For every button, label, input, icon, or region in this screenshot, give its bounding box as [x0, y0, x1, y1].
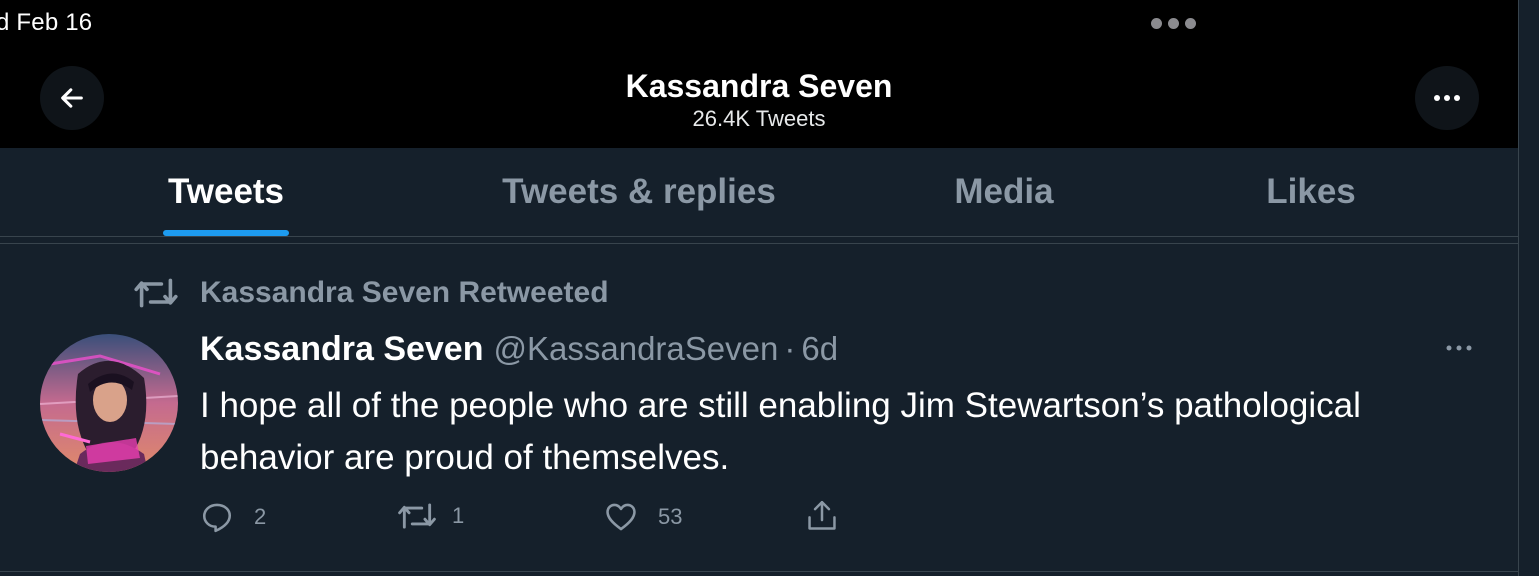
heart-icon — [606, 503, 636, 531]
share-icon — [808, 500, 836, 530]
status-bar: d Feb 16 — [0, 0, 1518, 50]
profile-name-title: Kassandra Seven — [625, 68, 893, 104]
tab-tweets-replies[interactable]: Tweets & replies — [449, 148, 829, 236]
more-horizontal-icon — [1434, 95, 1460, 101]
retweet-count: 1 — [452, 503, 465, 528]
tweet-author-handle[interactable]: @KassandraSeven — [494, 330, 779, 368]
more-options-button[interactable] — [1415, 66, 1479, 130]
reply-icon — [202, 503, 232, 533]
right-edge — [1518, 0, 1539, 576]
reply-count: 2 — [254, 504, 267, 529]
tweet-top-divider — [0, 243, 1518, 244]
retweet-button[interactable]: 1 — [398, 500, 464, 532]
tweet-text: I hope all of the people who are still e… — [200, 386, 1361, 477]
tweet-bottom-divider — [0, 571, 1518, 572]
tab-likes[interactable]: Likes — [1221, 148, 1401, 236]
retweet-icon — [398, 503, 436, 529]
header-separator: · — [784, 330, 796, 367]
retweeted-by-label: Kassandra Seven Retweeted — [200, 276, 609, 309]
tweet-count: 26.4K Tweets — [692, 106, 826, 131]
profile-header: Kassandra Seven 26.4K Tweets — [0, 50, 1518, 148]
tab-tweets[interactable]: Tweets — [110, 148, 342, 236]
retweet-context[interactable]: Kassandra Seven Retweeted — [134, 275, 609, 311]
status-date: d Feb 16 — [0, 9, 93, 36]
tweet-timestamp[interactable]: 6d — [801, 330, 838, 368]
tweet-header: Kassandra Seven @KassandraSeven · 6d — [200, 330, 838, 369]
avatar[interactable] — [40, 334, 178, 472]
tabs-divider — [0, 236, 1518, 237]
multitasking-dots-icon[interactable] — [1151, 18, 1196, 29]
tweet-more-button[interactable] — [1444, 340, 1474, 358]
like-button[interactable]: 53 — [604, 500, 682, 534]
like-count: 53 — [658, 504, 683, 529]
tab-media[interactable]: Media — [904, 148, 1104, 236]
reply-button[interactable]: 2 — [200, 500, 266, 534]
tweet-author-name[interactable]: Kassandra Seven — [200, 330, 484, 369]
profile-tabs: Tweets Tweets & replies Media Likes — [0, 148, 1518, 236]
share-button[interactable] — [805, 498, 839, 534]
retweet-icon — [134, 278, 178, 308]
more-horizontal-icon — [1446, 345, 1472, 351]
